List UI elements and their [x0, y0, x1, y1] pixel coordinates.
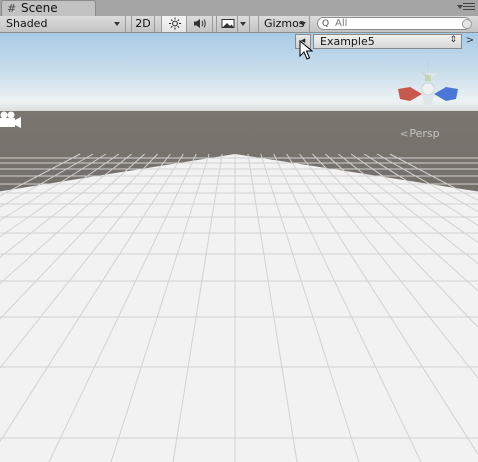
orientation-gizmo[interactable] — [396, 51, 460, 113]
gizmo-x-axis[interactable] — [398, 87, 422, 101]
search-clear-button[interactable] — [462, 19, 472, 29]
toggle-2d-button[interactable]: 2D — [131, 16, 155, 32]
audio-toggle-button[interactable] — [187, 16, 213, 32]
updown-arrows-icon: ⇕ — [449, 35, 457, 45]
tab-bar: # Scene — [0, 0, 478, 16]
chevron-down-icon — [114, 22, 120, 26]
scene-tab[interactable]: # Scene — [1, 0, 96, 16]
draw-mode-label: Shaded — [6, 17, 48, 30]
magnifier-icon: Q — [322, 19, 330, 29]
projection-label[interactable]: <Persp — [400, 127, 440, 140]
scene-tab-label: Scene — [21, 1, 58, 15]
overlay-right-button[interactable]: > — [464, 34, 476, 49]
mouse-pointer-icon — [299, 40, 313, 60]
scene-toolbar: Shaded 2D Gizmos Q All — [0, 16, 478, 33]
effects-dropdown[interactable] — [238, 16, 250, 32]
scene-selector-value: Example5 — [320, 35, 375, 48]
sun-icon — [169, 17, 181, 30]
gizmos-label: Gizmos — [264, 17, 305, 30]
image-icon — [221, 19, 235, 28]
speaker-icon — [194, 19, 206, 28]
search-input[interactable] — [335, 18, 445, 29]
gizmo-z-axis[interactable] — [434, 87, 458, 101]
draw-mode-dropdown[interactable]: Shaded — [0, 16, 126, 32]
camera-icon[interactable] — [0, 110, 24, 132]
effects-toggle-button[interactable] — [216, 16, 238, 32]
lighting-toggle-button[interactable] — [161, 16, 187, 32]
search-field[interactable]: Q — [317, 17, 472, 30]
grid-hash-icon: # — [7, 2, 17, 15]
gizmos-dropdown[interactable]: Gizmos — [258, 16, 310, 32]
scene-selector-dropdown[interactable]: Example5 ⇕ — [313, 34, 462, 49]
chevron-down-icon — [300, 22, 306, 26]
persp-arrow-icon: < — [400, 129, 409, 140]
chevron-down-icon — [240, 22, 246, 26]
window-menu-icon[interactable] — [457, 3, 475, 12]
